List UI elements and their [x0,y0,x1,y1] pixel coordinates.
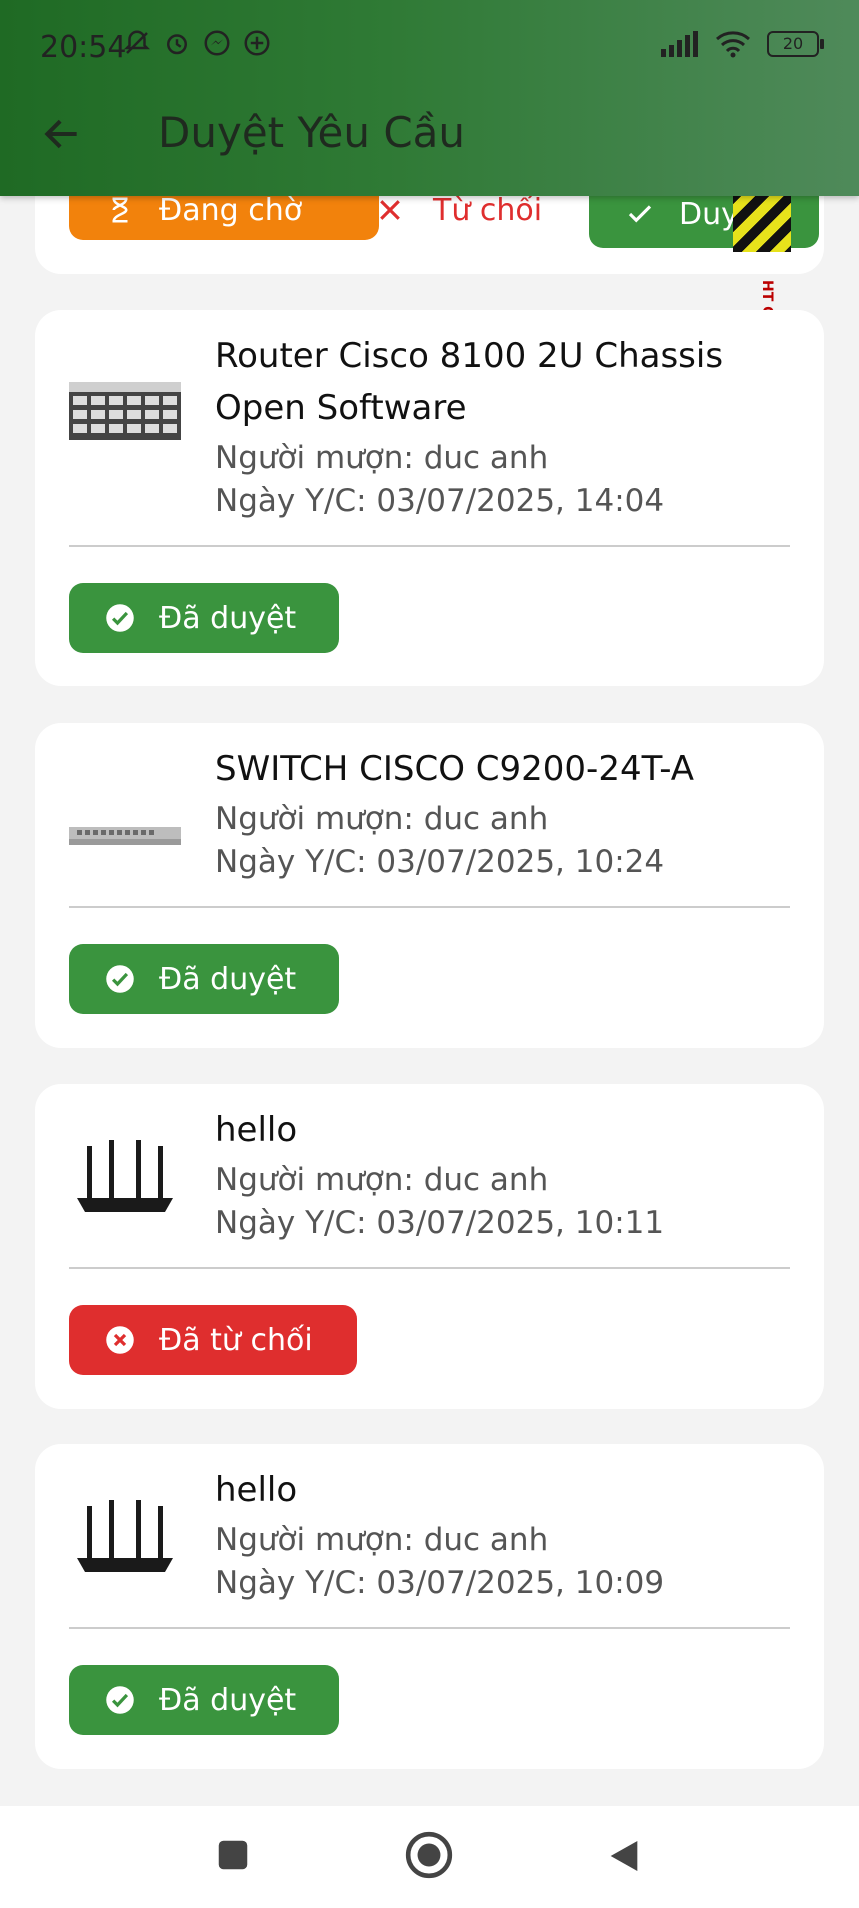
status-badge: Đã từ chối [69,1305,357,1375]
pending-button-label: Đang chờ [159,192,303,228]
router-chassis-image [69,382,181,440]
page-title: Duyệt Yêu Cầu [158,108,466,157]
battery-indicator: 20 [767,31,824,57]
messenger-icon [204,30,230,56]
request-card[interactable]: Router Cisco 8100 2U Chassis Open Softwa… [35,310,824,686]
back-arrow-icon[interactable] [40,112,84,156]
status-label: Đã duyệt [159,1682,297,1718]
borrower-text: Người mượn: duc anh [215,1522,549,1558]
status-label: Đã từ chối [159,1322,313,1358]
wifi-router-image [77,1140,173,1212]
signal-icon [661,31,698,57]
check-icon [628,205,652,223]
status-badge: Đã duyệt [69,583,339,653]
status-label: Đã duyệt [159,600,297,636]
borrower-text: Người mượn: duc anh [215,440,549,476]
status-label: Đã duyệt [159,961,297,997]
wifi-router-image [77,1500,173,1572]
borrower-text: Người mượn: duc anh [215,801,549,837]
status-bar: 20:54 20 [0,0,859,96]
recent-apps-icon[interactable] [214,1836,252,1874]
divider [69,906,790,908]
request-date-text: Ngày Y/C: 03/07/2025, 10:11 [215,1205,665,1241]
x-circle-icon [106,1326,134,1354]
status-badge: Đã duyệt [69,944,339,1014]
system-nav-bar [0,1806,859,1908]
request-card[interactable]: hello Người mượn: duc anh Ngày Y/C: 03/0… [35,1444,824,1769]
wifi-icon [716,31,750,58]
switch-image [69,827,181,845]
device-name: Router Cisco 8100 2U Chassis Open Softwa… [215,336,724,428]
hourglass-icon [112,197,128,223]
request-date-text: Ngày Y/C: 03/07/2025, 10:24 [215,844,665,880]
borrower-text: Người mượn: duc anh [215,1162,549,1198]
close-icon [380,200,400,220]
overflow-warning-stripe [733,190,791,252]
divider [69,1627,790,1629]
device-name: hello [215,1470,298,1510]
divider [69,545,790,547]
reject-button-label: Từ chối [433,192,543,228]
status-time: 20:54 [40,30,127,65]
check-circle-icon [106,604,134,632]
check-circle-icon [106,1686,134,1714]
check-circle-icon [106,965,134,993]
request-card[interactable]: hello Người mượn: duc anh Ngày Y/C: 03/0… [35,1084,824,1409]
home-icon[interactable] [404,1830,454,1880]
device-name: SWITCH CISCO C9200-24T-A [215,749,695,789]
request-card[interactable]: SWITCH CISCO C9200-24T-A Người mượn: duc… [35,723,824,1048]
request-date-text: Ngày Y/C: 03/07/2025, 10:09 [215,1565,665,1601]
status-badge: Đã duyệt [69,1665,339,1735]
alarm-icon [167,34,187,55]
bell-off-icon [123,30,151,54]
divider [69,1267,790,1269]
back-nav-icon[interactable] [604,1836,644,1876]
request-date-text: Ngày Y/C: 03/07/2025, 14:04 [215,483,665,519]
device-name: hello [215,1110,298,1150]
add-circle-icon [244,30,270,56]
